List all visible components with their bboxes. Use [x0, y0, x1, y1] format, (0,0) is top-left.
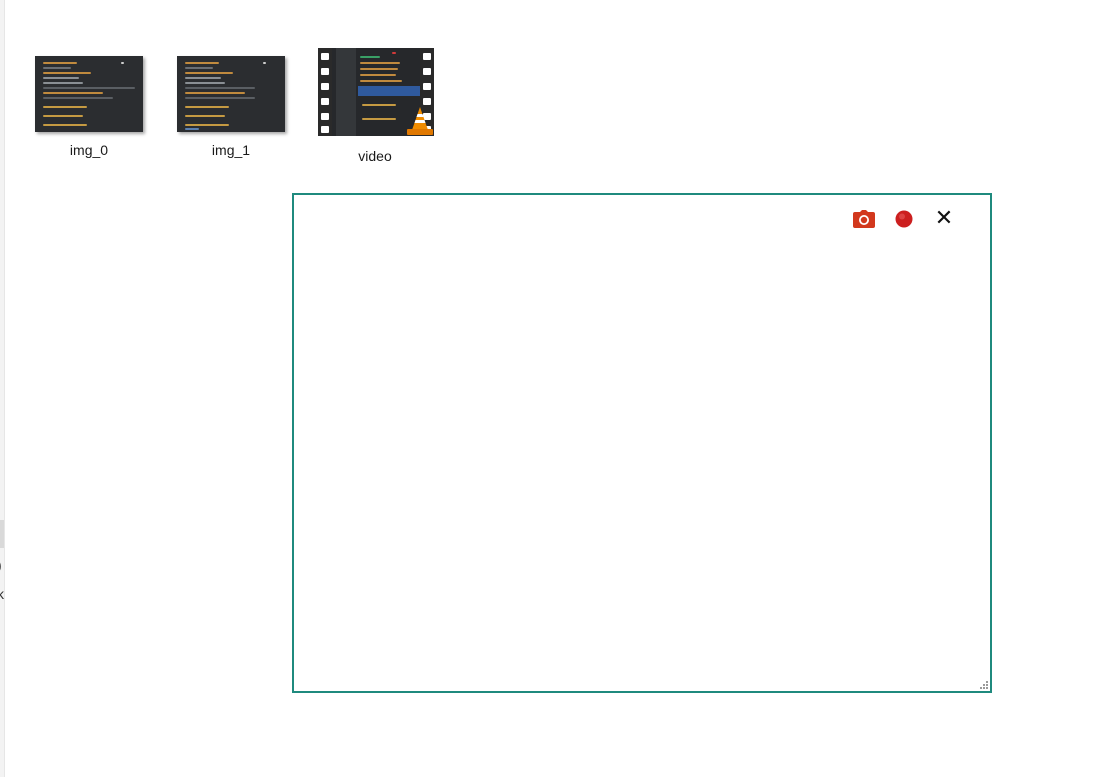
- left-edge-glyph: ): [0, 558, 2, 572]
- file-item-img-1[interactable]: img_1: [174, 48, 288, 158]
- close-button[interactable]: ✕: [932, 207, 956, 231]
- file-name: img_1: [211, 142, 251, 158]
- video-thumbnail: [318, 48, 434, 136]
- image-thumbnail: [35, 56, 143, 132]
- film-strip-icon: [318, 48, 332, 136]
- left-pane-edge: [0, 0, 5, 777]
- record-button[interactable]: [892, 207, 916, 231]
- screenshot-button[interactable]: [852, 207, 876, 231]
- image-thumbnail: [177, 56, 285, 132]
- resize-grip-icon[interactable]: [979, 680, 989, 690]
- record-icon: [895, 210, 913, 228]
- vlc-cone-icon: [407, 107, 433, 135]
- camera-icon: [853, 210, 875, 228]
- close-icon: ✕: [934, 206, 954, 231]
- left-edge-glyph: k: [0, 586, 4, 602]
- file-name: img_0: [69, 142, 109, 158]
- capture-frame[interactable]: ✕: [292, 193, 992, 693]
- file-item-img-0[interactable]: img_0: [32, 48, 146, 158]
- file-item-video[interactable]: video: [318, 48, 434, 164]
- file-name: video: [358, 148, 392, 164]
- left-pane-selection[interactable]: [0, 520, 4, 548]
